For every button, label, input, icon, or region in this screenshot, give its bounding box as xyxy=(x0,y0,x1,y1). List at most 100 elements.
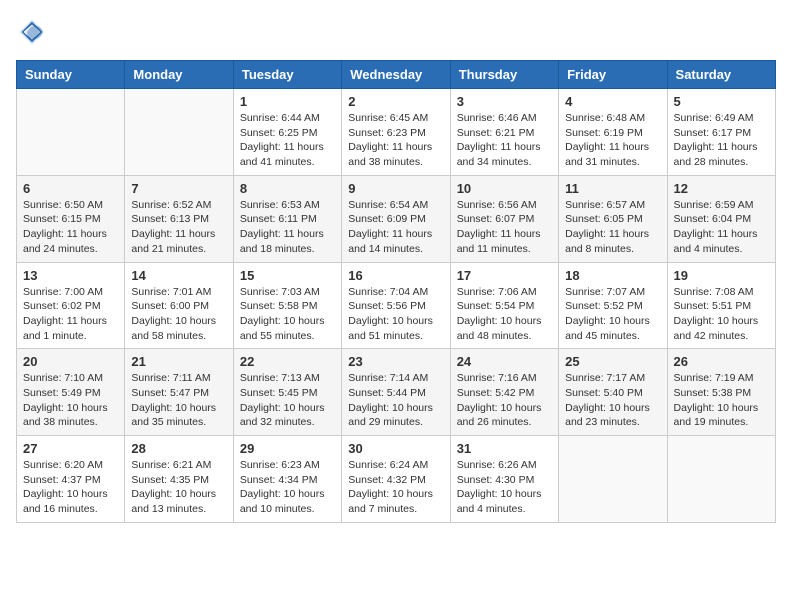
calendar-cell: 4Sunrise: 6:48 AM Sunset: 6:19 PM Daylig… xyxy=(559,89,667,176)
calendar-cell: 14 Sunrise: 7:01 AM Sunset: 6:00 PM Dayli… xyxy=(125,262,233,349)
day-info: Sunrise: 6:49 AM Sunset: 6:17 PM Dayligh… xyxy=(674,111,769,170)
calendar-cell: 18 Sunrise: 7:07 AM Sunset: 5:52 PM Dayli… xyxy=(559,262,667,349)
logo-icon xyxy=(16,16,48,48)
header-day-tuesday: Tuesday xyxy=(233,61,341,89)
header-day-sunday: Sunday xyxy=(17,61,125,89)
calendar-cell: 31 Sunrise: 6:26 AM Sunset: 4:30 PM Dayli… xyxy=(450,436,558,523)
calendar-cell: 7 Sunrise: 6:52 AM Sunset: 6:13 PM Daylig… xyxy=(125,175,233,262)
header-row: SundayMondayTuesdayWednesdayThursdayFrid… xyxy=(17,61,776,89)
day-number: 17 xyxy=(457,268,552,283)
day-number: 10 xyxy=(457,181,552,196)
day-info: Sunrise: 6:24 AM Sunset: 4:32 PM Dayligh… xyxy=(348,458,443,517)
day-info: Sunrise: 6:21 AM Sunset: 4:35 PM Dayligh… xyxy=(131,458,226,517)
calendar-cell: 17 Sunrise: 7:06 AM Sunset: 5:54 PM Dayli… xyxy=(450,262,558,349)
day-number: 7 xyxy=(131,181,226,196)
calendar-cell: 1 Sunrise: 6:44 AM Sunset: 6:25 PM Daylig… xyxy=(233,89,341,176)
header-day-saturday: Saturday xyxy=(667,61,775,89)
day-info: Sunrise: 7:01 AM Sunset: 6:00 PM Dayligh… xyxy=(131,285,226,344)
day-info: Sunrise: 7:07 AM Sunset: 5:52 PM Dayligh… xyxy=(565,285,660,344)
header-day-friday: Friday xyxy=(559,61,667,89)
day-info: Sunrise: 6:57 AM Sunset: 6:05 PM Dayligh… xyxy=(565,198,660,257)
calendar-week-3: 13 Sunrise: 7:00 AM Sunset: 6:02 PM Dayli… xyxy=(17,262,776,349)
calendar-cell: 21 Sunrise: 7:11 AM Sunset: 5:47 PM Dayli… xyxy=(125,349,233,436)
calendar-cell: 2Sunrise: 6:45 AM Sunset: 6:23 PM Daylig… xyxy=(342,89,450,176)
day-info: Sunrise: 6:23 AM Sunset: 4:34 PM Dayligh… xyxy=(240,458,335,517)
day-info: Sunrise: 6:54 AM Sunset: 6:09 PM Dayligh… xyxy=(348,198,443,257)
day-number: 6 xyxy=(23,181,118,196)
day-number: 30 xyxy=(348,441,443,456)
day-number: 19 xyxy=(674,268,769,283)
day-info: Sunrise: 6:59 AM Sunset: 6:04 PM Dayligh… xyxy=(674,198,769,257)
calendar-cell xyxy=(667,436,775,523)
calendar-cell: 3Sunrise: 6:46 AM Sunset: 6:21 PM Daylig… xyxy=(450,89,558,176)
day-info: Sunrise: 6:50 AM Sunset: 6:15 PM Dayligh… xyxy=(23,198,118,257)
day-number: 9 xyxy=(348,181,443,196)
day-info: Sunrise: 7:19 AM Sunset: 5:38 PM Dayligh… xyxy=(674,371,769,430)
calendar-cell: 8 Sunrise: 6:53 AM Sunset: 6:11 PM Daylig… xyxy=(233,175,341,262)
day-number: 3 xyxy=(457,94,552,109)
day-number: 8 xyxy=(240,181,335,196)
calendar-cell: 6 Sunrise: 6:50 AM Sunset: 6:15 PM Daylig… xyxy=(17,175,125,262)
day-number: 29 xyxy=(240,441,335,456)
day-info: Sunrise: 6:53 AM Sunset: 6:11 PM Dayligh… xyxy=(240,198,335,257)
day-number: 11 xyxy=(565,181,660,196)
day-number: 5 xyxy=(674,94,769,109)
calendar-cell: 30 Sunrise: 6:24 AM Sunset: 4:32 PM Dayli… xyxy=(342,436,450,523)
calendar-cell: 20 Sunrise: 7:10 AM Sunset: 5:49 PM Dayli… xyxy=(17,349,125,436)
day-info: Sunrise: 6:20 AM Sunset: 4:37 PM Dayligh… xyxy=(23,458,118,517)
day-number: 26 xyxy=(674,354,769,369)
calendar-cell: 29 Sunrise: 6:23 AM Sunset: 4:34 PM Dayli… xyxy=(233,436,341,523)
day-number: 20 xyxy=(23,354,118,369)
day-info: Sunrise: 6:26 AM Sunset: 4:30 PM Dayligh… xyxy=(457,458,552,517)
calendar-cell: 23 Sunrise: 7:14 AM Sunset: 5:44 PM Dayli… xyxy=(342,349,450,436)
day-number: 23 xyxy=(348,354,443,369)
header-day-wednesday: Wednesday xyxy=(342,61,450,89)
day-info: Sunrise: 7:13 AM Sunset: 5:45 PM Dayligh… xyxy=(240,371,335,430)
day-number: 15 xyxy=(240,268,335,283)
day-info: Sunrise: 7:06 AM Sunset: 5:54 PM Dayligh… xyxy=(457,285,552,344)
day-number: 12 xyxy=(674,181,769,196)
calendar-cell xyxy=(125,89,233,176)
day-number: 28 xyxy=(131,441,226,456)
calendar-cell: 15Sunrise: 7:03 AM Sunset: 5:58 PM Dayli… xyxy=(233,262,341,349)
day-info: Sunrise: 7:10 AM Sunset: 5:49 PM Dayligh… xyxy=(23,371,118,430)
day-number: 1 xyxy=(240,94,335,109)
calendar-week-5: 27 Sunrise: 6:20 AM Sunset: 4:37 PM Dayli… xyxy=(17,436,776,523)
calendar-cell: 10 Sunrise: 6:56 AM Sunset: 6:07 PM Dayli… xyxy=(450,175,558,262)
day-info: Sunrise: 7:17 AM Sunset: 5:40 PM Dayligh… xyxy=(565,371,660,430)
calendar-cell: 25 Sunrise: 7:17 AM Sunset: 5:40 PM Dayli… xyxy=(559,349,667,436)
day-info: Sunrise: 7:16 AM Sunset: 5:42 PM Dayligh… xyxy=(457,371,552,430)
day-info: Sunrise: 7:14 AM Sunset: 5:44 PM Dayligh… xyxy=(348,371,443,430)
calendar-cell: 28 Sunrise: 6:21 AM Sunset: 4:35 PM Dayli… xyxy=(125,436,233,523)
day-number: 2 xyxy=(348,94,443,109)
page-header xyxy=(16,16,776,48)
day-info: Sunrise: 6:52 AM Sunset: 6:13 PM Dayligh… xyxy=(131,198,226,257)
day-info: Sunrise: 7:11 AM Sunset: 5:47 PM Dayligh… xyxy=(131,371,226,430)
day-number: 14 xyxy=(131,268,226,283)
day-info: Sunrise: 7:04 AM Sunset: 5:56 PM Dayligh… xyxy=(348,285,443,344)
calendar-header: SundayMondayTuesdayWednesdayThursdayFrid… xyxy=(17,61,776,89)
day-number: 31 xyxy=(457,441,552,456)
calendar-cell: 5 Sunrise: 6:49 AM Sunset: 6:17 PM Daylig… xyxy=(667,89,775,176)
calendar-table: SundayMondayTuesdayWednesdayThursdayFrid… xyxy=(16,60,776,523)
day-info: Sunrise: 6:44 AM Sunset: 6:25 PM Dayligh… xyxy=(240,111,335,170)
day-info: Sunrise: 6:56 AM Sunset: 6:07 PM Dayligh… xyxy=(457,198,552,257)
calendar-cell: 24Sunrise: 7:16 AM Sunset: 5:42 PM Dayli… xyxy=(450,349,558,436)
calendar-cell xyxy=(559,436,667,523)
calendar-cell: 22 Sunrise: 7:13 AM Sunset: 5:45 PM Dayli… xyxy=(233,349,341,436)
header-day-monday: Monday xyxy=(125,61,233,89)
calendar-week-1: 1 Sunrise: 6:44 AM Sunset: 6:25 PM Daylig… xyxy=(17,89,776,176)
day-number: 21 xyxy=(131,354,226,369)
day-info: Sunrise: 7:00 AM Sunset: 6:02 PM Dayligh… xyxy=(23,285,118,344)
day-number: 27 xyxy=(23,441,118,456)
calendar-cell: 27 Sunrise: 6:20 AM Sunset: 4:37 PM Dayli… xyxy=(17,436,125,523)
day-number: 13 xyxy=(23,268,118,283)
day-number: 22 xyxy=(240,354,335,369)
day-number: 25 xyxy=(565,354,660,369)
calendar-cell: 26 Sunrise: 7:19 AM Sunset: 5:38 PM Dayli… xyxy=(667,349,775,436)
calendar-cell: 13 Sunrise: 7:00 AM Sunset: 6:02 PM Dayli… xyxy=(17,262,125,349)
calendar-cell: 19Sunrise: 7:08 AM Sunset: 5:51 PM Dayli… xyxy=(667,262,775,349)
day-number: 18 xyxy=(565,268,660,283)
calendar-week-2: 6 Sunrise: 6:50 AM Sunset: 6:15 PM Daylig… xyxy=(17,175,776,262)
day-number: 4 xyxy=(565,94,660,109)
